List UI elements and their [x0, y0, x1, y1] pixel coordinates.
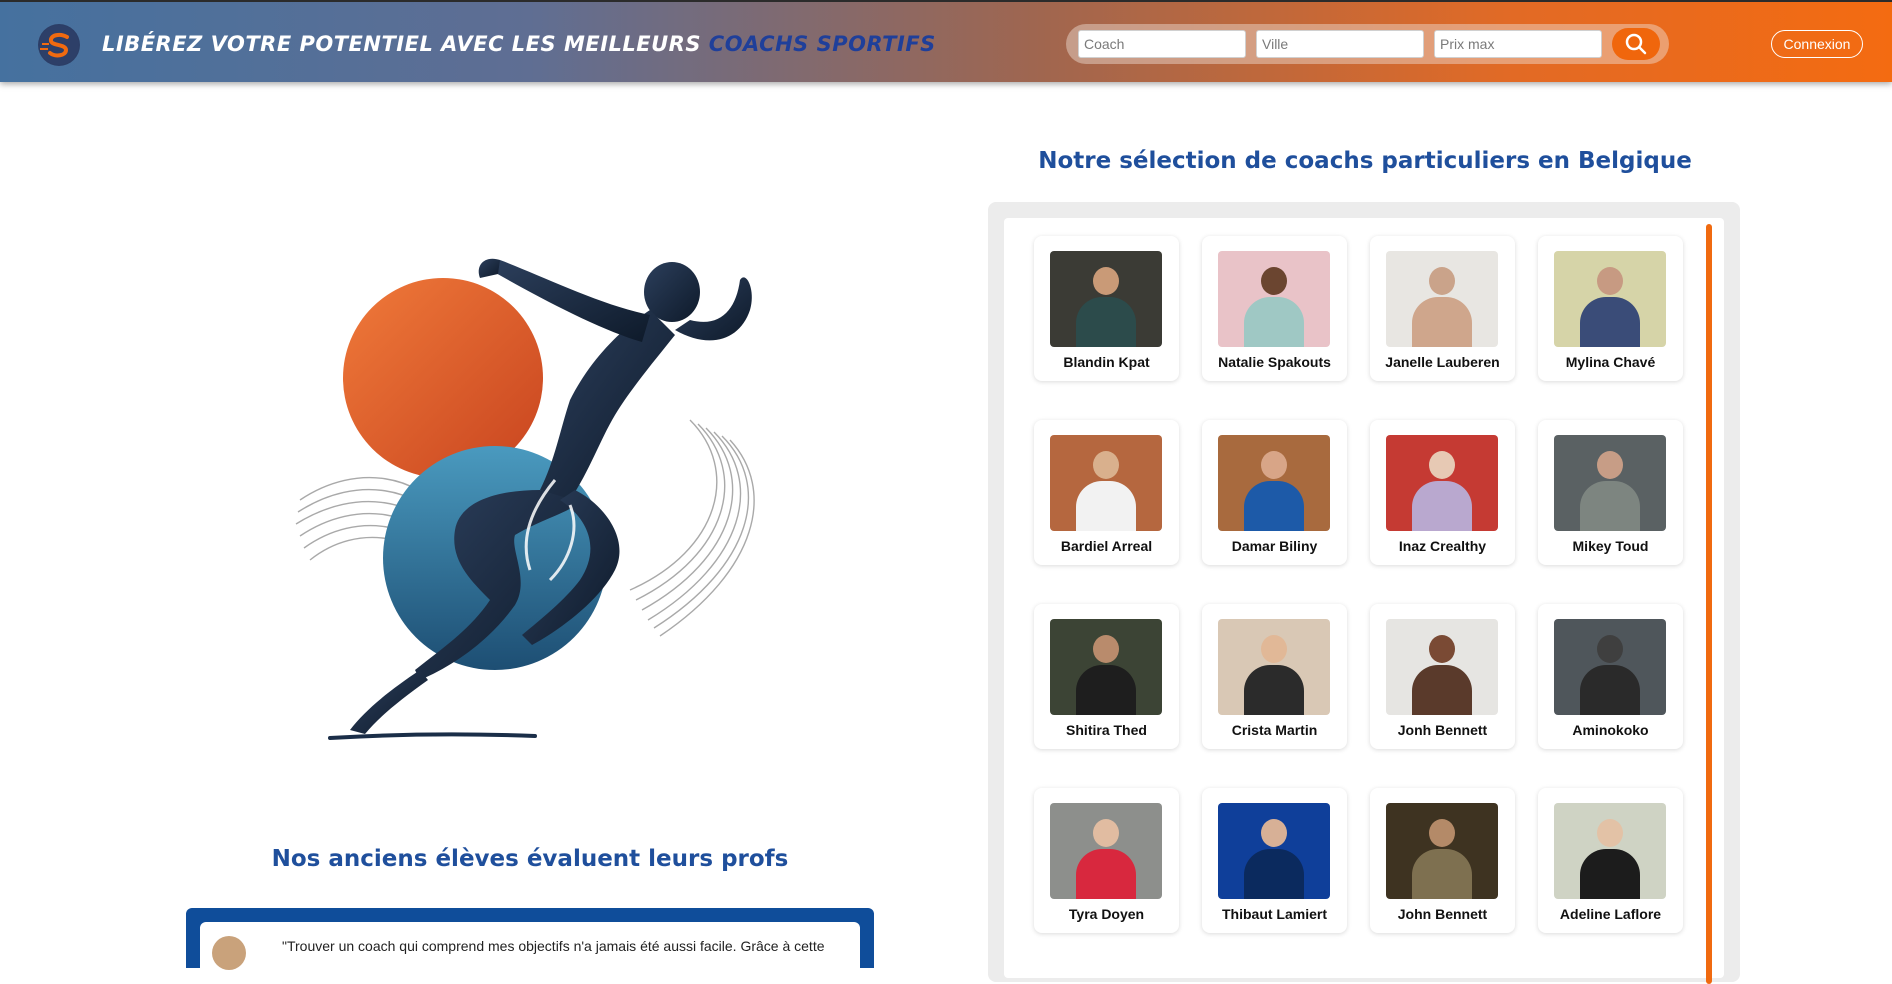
city-search-input[interactable]	[1256, 30, 1424, 58]
coach-photo	[1554, 619, 1666, 715]
search-bar	[1066, 24, 1669, 64]
max-price-input[interactable]	[1434, 30, 1602, 58]
coach-card[interactable]: Mikey Toud	[1538, 420, 1683, 565]
coaches-heading: Notre sélection de coachs particuliers e…	[1038, 148, 1692, 174]
top-header: LIBÉREZ VOTRE POTENTIEL AVEC LES MEILLEU…	[0, 0, 1892, 82]
coach-photo	[1554, 251, 1666, 347]
coach-card[interactable]: Shitira Thed	[1034, 604, 1179, 749]
coach-name: Mylina Chavé	[1565, 354, 1656, 370]
coach-name: Jonh Bennett	[1397, 722, 1488, 738]
coach-photo	[1218, 435, 1330, 531]
header-tagline-accent: COACHS SPORTIFS	[708, 32, 936, 56]
s-logo-icon[interactable]	[38, 24, 80, 66]
coach-card[interactable]: Janelle Lauberen	[1370, 236, 1515, 381]
coach-photo	[1554, 435, 1666, 531]
coach-name: Tyra Doyen	[1068, 906, 1145, 922]
coach-photo	[1050, 251, 1162, 347]
scrollbar[interactable]	[1706, 224, 1712, 984]
coach-photo	[1050, 435, 1162, 531]
search-button[interactable]	[1612, 28, 1660, 60]
login-button[interactable]: Connexion	[1771, 30, 1863, 58]
coach-card[interactable]: Inaz Crealthy	[1370, 420, 1515, 565]
coach-card[interactable]: John Bennett	[1370, 788, 1515, 933]
coach-photo	[1386, 435, 1498, 531]
coach-photo	[1218, 803, 1330, 899]
coach-photo	[1386, 619, 1498, 715]
coach-card[interactable]: Bardiel Arreal	[1034, 420, 1179, 565]
coach-name: Mikey Toud	[1572, 538, 1649, 554]
coach-name: Bardiel Arreal	[1060, 538, 1153, 554]
search-icon	[1625, 33, 1647, 55]
coach-card[interactable]: Blandin Kpat	[1034, 236, 1179, 381]
coach-name: Janelle Lauberen	[1385, 354, 1500, 370]
coach-card[interactable]: Natalie Spakouts	[1202, 236, 1347, 381]
coach-search-input[interactable]	[1078, 30, 1246, 58]
coach-card[interactable]: Aminokoko	[1538, 604, 1683, 749]
header-tagline: LIBÉREZ VOTRE POTENTIEL AVEC LES MEILLEU…	[102, 28, 936, 60]
coach-card[interactable]: Thibaut Lamiert	[1202, 788, 1347, 933]
coach-photo	[1386, 251, 1498, 347]
coach-name: Thibaut Lamiert	[1221, 906, 1327, 922]
coach-name: Aminokoko	[1572, 722, 1649, 738]
testimonial-card: "Trouver un coach qui comprend mes objec…	[200, 922, 860, 982]
coach-name: Crista Martin	[1231, 722, 1318, 738]
coach-name: Damar Biliny	[1231, 538, 1318, 554]
coach-name: Natalie Spakouts	[1218, 354, 1331, 370]
coach-grid: Blandin Kpat Natalie Spakouts Janelle Laub…	[1034, 236, 1683, 933]
coach-name: Adeline Laflore	[1559, 906, 1662, 922]
coach-card[interactable]: Crista Martin	[1202, 604, 1347, 749]
coach-card[interactable]: Jonh Bennett	[1370, 604, 1515, 749]
coach-photo	[1386, 803, 1498, 899]
coach-name: Blandin Kpat	[1063, 354, 1150, 370]
runner-illustration	[270, 250, 790, 750]
header-tagline-main: LIBÉREZ VOTRE POTENTIEL AVEC LES MEILLEU…	[102, 32, 709, 56]
coach-photo	[1218, 251, 1330, 347]
coach-name: Shitira Thed	[1066, 722, 1147, 738]
coach-card[interactable]: Mylina Chavé	[1538, 236, 1683, 381]
coach-card[interactable]: Tyra Doyen	[1034, 788, 1179, 933]
avatar	[212, 936, 246, 970]
coach-card[interactable]: Damar Biliny	[1202, 420, 1347, 565]
coach-photo	[1554, 803, 1666, 899]
coach-card[interactable]: Adeline Laflore	[1538, 788, 1683, 933]
coaches-scroll-area[interactable]: Blandin Kpat Natalie Spakouts Janelle Laub…	[1004, 218, 1724, 984]
coach-photo	[1050, 803, 1162, 899]
coach-name: Inaz Crealthy	[1398, 538, 1487, 554]
coach-photo	[1050, 619, 1162, 715]
testimonials-panel: "Trouver un coach qui comprend mes objec…	[186, 908, 874, 982]
coaches-frame: Blandin Kpat Natalie Spakouts Janelle Laub…	[988, 202, 1740, 984]
testimonials-heading: Nos anciens élèves évaluent leurs profs	[271, 846, 789, 872]
coach-name: John Bennett	[1397, 906, 1488, 922]
testimonial-quote: "Trouver un coach qui comprend mes objec…	[282, 938, 825, 954]
coach-photo	[1218, 619, 1330, 715]
